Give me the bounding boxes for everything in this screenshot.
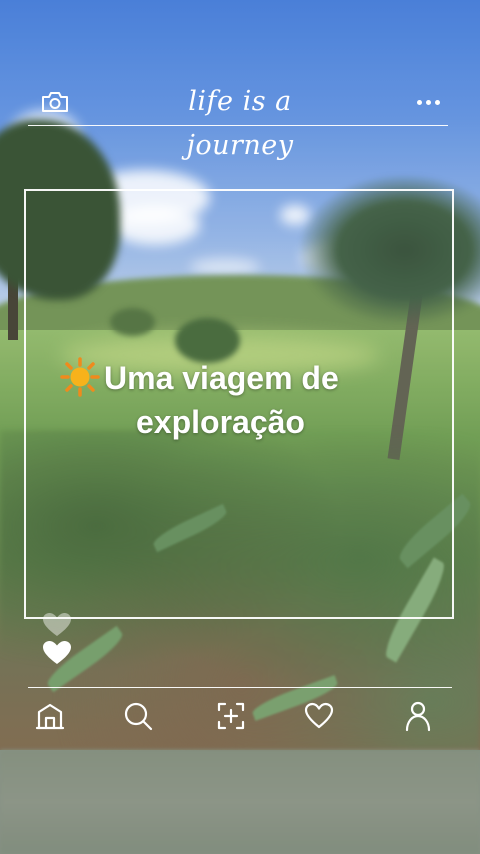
more-dots-icon — [416, 99, 422, 105]
more-dots-icon — [434, 99, 440, 105]
home-icon — [35, 703, 65, 730]
bottom-divider — [28, 687, 452, 688]
camera-icon — [42, 92, 68, 112]
search-icon — [124, 702, 153, 731]
profile-icon — [405, 701, 431, 732]
post-caption: Uma viagem de exploração — [60, 356, 440, 444]
heart-icon — [304, 702, 334, 729]
reaction-hearts — [38, 612, 78, 670]
caption-line-2: exploração — [136, 404, 305, 440]
sun-icon — [60, 357, 100, 397]
nav-likes-button[interactable] — [301, 698, 337, 734]
slogan-title: life is a journey — [186, 86, 294, 161]
nav-search-button[interactable] — [120, 698, 156, 734]
nav-home-button[interactable] — [32, 698, 68, 734]
nav-add-post-button[interactable] — [213, 698, 249, 734]
heart-outline-icon — [43, 613, 71, 636]
caption-line-1: Uma viagem de — [104, 360, 339, 396]
top-bar: life is a journey — [0, 80, 480, 161]
camera-button[interactable] — [40, 89, 70, 115]
heart-filled-icon[interactable] — [42, 640, 72, 666]
bottom-nav — [0, 696, 480, 736]
more-options-button[interactable] — [412, 90, 444, 114]
top-divider — [28, 125, 448, 126]
nav-profile-button[interactable] — [400, 698, 436, 734]
more-dots-icon — [425, 99, 431, 105]
add-post-icon — [217, 702, 245, 730]
